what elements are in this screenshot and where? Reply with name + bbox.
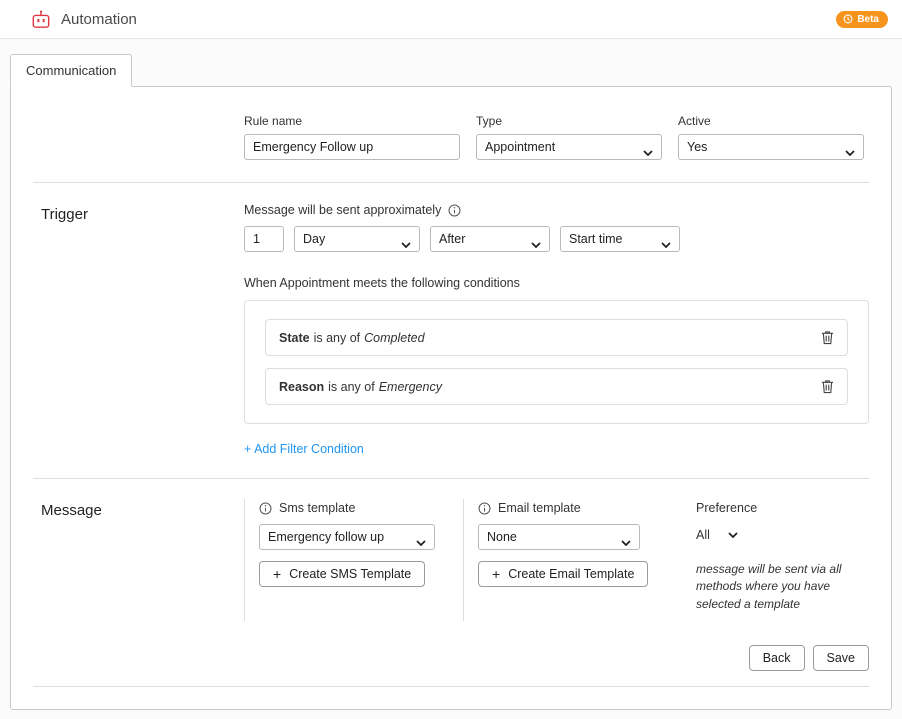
anchor-select[interactable]: Start time bbox=[560, 226, 680, 252]
info-icon bbox=[259, 502, 272, 515]
clock-icon bbox=[843, 14, 853, 24]
condition-row: Reason is any of Emergency bbox=[265, 368, 848, 405]
email-template-select[interactable]: None bbox=[478, 524, 640, 550]
robot-icon bbox=[30, 10, 52, 29]
direction-select-value: After bbox=[439, 232, 465, 246]
rule-settings-row: Rule name Type Appointment Active Yes bbox=[11, 87, 891, 182]
amount-input[interactable] bbox=[244, 226, 284, 252]
conditions-heading: When Appointment meets the following con… bbox=[244, 276, 869, 290]
chevron-down-icon bbox=[728, 532, 738, 538]
info-icon bbox=[448, 204, 461, 217]
trigger-section: Trigger Message will be sent approximate… bbox=[11, 183, 891, 478]
trigger-timing-controls: Day After Start time bbox=[244, 226, 869, 252]
chevron-down-icon bbox=[845, 145, 855, 159]
sms-template-select-value: Emergency follow up bbox=[268, 530, 384, 544]
info-icon bbox=[478, 502, 491, 515]
chevron-down-icon bbox=[531, 237, 541, 251]
create-email-template-label: Create Email Template bbox=[508, 567, 634, 581]
type-select-value: Appointment bbox=[485, 140, 555, 154]
unit-select[interactable]: Day bbox=[294, 226, 420, 252]
chevron-down-icon bbox=[416, 535, 426, 549]
email-template-select-value: None bbox=[487, 530, 517, 544]
preference-select[interactable]: All bbox=[696, 528, 738, 542]
preference-select-value: All bbox=[696, 528, 710, 542]
chevron-down-icon bbox=[401, 237, 411, 251]
condition-field: State bbox=[279, 331, 310, 345]
rule-name-input[interactable] bbox=[244, 134, 460, 160]
app-header: Automation Beta bbox=[0, 0, 902, 39]
condition-field: Reason bbox=[279, 380, 324, 394]
conditions-box: State is any of Completed Reason is any … bbox=[244, 300, 869, 424]
trash-icon[interactable] bbox=[821, 330, 834, 345]
type-select[interactable]: Appointment bbox=[476, 134, 662, 160]
rule-name-label: Rule name bbox=[244, 114, 460, 128]
create-email-template-button[interactable]: + Create Email Template bbox=[478, 561, 648, 587]
condition-operator: is any of bbox=[314, 331, 361, 345]
tab-communication[interactable]: Communication bbox=[10, 54, 132, 87]
back-button[interactable]: Back bbox=[749, 645, 805, 671]
approx-label: Message will be sent approximately bbox=[244, 203, 441, 217]
save-button[interactable]: Save bbox=[813, 645, 870, 671]
trigger-section-title: Trigger bbox=[41, 203, 244, 458]
email-template-label: Email template bbox=[498, 501, 581, 515]
direction-select[interactable]: After bbox=[430, 226, 550, 252]
active-select[interactable]: Yes bbox=[678, 134, 864, 160]
active-label: Active bbox=[678, 114, 864, 128]
message-section-title: Message bbox=[41, 499, 244, 621]
condition-operator: is any of bbox=[328, 380, 375, 394]
type-label: Type bbox=[476, 114, 662, 128]
condition-value: Completed bbox=[364, 331, 424, 345]
unit-select-value: Day bbox=[303, 232, 325, 246]
sms-template-select[interactable]: Emergency follow up bbox=[259, 524, 435, 550]
page-title: Automation bbox=[61, 11, 137, 28]
preference-column: Preference All message will be sent via … bbox=[681, 499, 869, 621]
sms-template-column: Sms template Emergency follow up + Creat… bbox=[244, 499, 463, 621]
sms-template-label: Sms template bbox=[279, 501, 355, 515]
divider bbox=[33, 686, 869, 687]
chevron-down-icon bbox=[661, 237, 671, 251]
preference-note: message will be sent via all methods whe… bbox=[696, 561, 848, 613]
active-select-value: Yes bbox=[687, 140, 707, 154]
main-panel: Rule name Type Appointment Active Yes bbox=[10, 86, 892, 710]
email-template-column: Email template None + Create Email Templ… bbox=[463, 499, 681, 621]
footer-actions: Back Save bbox=[11, 641, 891, 686]
beta-label: Beta bbox=[857, 14, 879, 25]
anchor-select-value: Start time bbox=[569, 232, 623, 246]
trash-icon[interactable] bbox=[821, 379, 834, 394]
preference-label: Preference bbox=[696, 501, 757, 515]
condition-value: Emergency bbox=[379, 380, 442, 394]
condition-row: State is any of Completed bbox=[265, 319, 848, 356]
chevron-down-icon bbox=[643, 145, 653, 159]
plus-icon: + bbox=[273, 566, 281, 582]
message-section: Message Sms template Emergency follow up bbox=[11, 479, 891, 641]
add-filter-condition-link[interactable]: + Add Filter Condition bbox=[244, 442, 364, 456]
tab-bar: Communication bbox=[10, 54, 892, 86]
create-sms-template-button[interactable]: + Create SMS Template bbox=[259, 561, 425, 587]
plus-icon: + bbox=[492, 566, 500, 582]
chevron-down-icon bbox=[621, 535, 631, 549]
create-sms-template-label: Create SMS Template bbox=[289, 567, 411, 581]
beta-badge: Beta bbox=[836, 11, 888, 28]
